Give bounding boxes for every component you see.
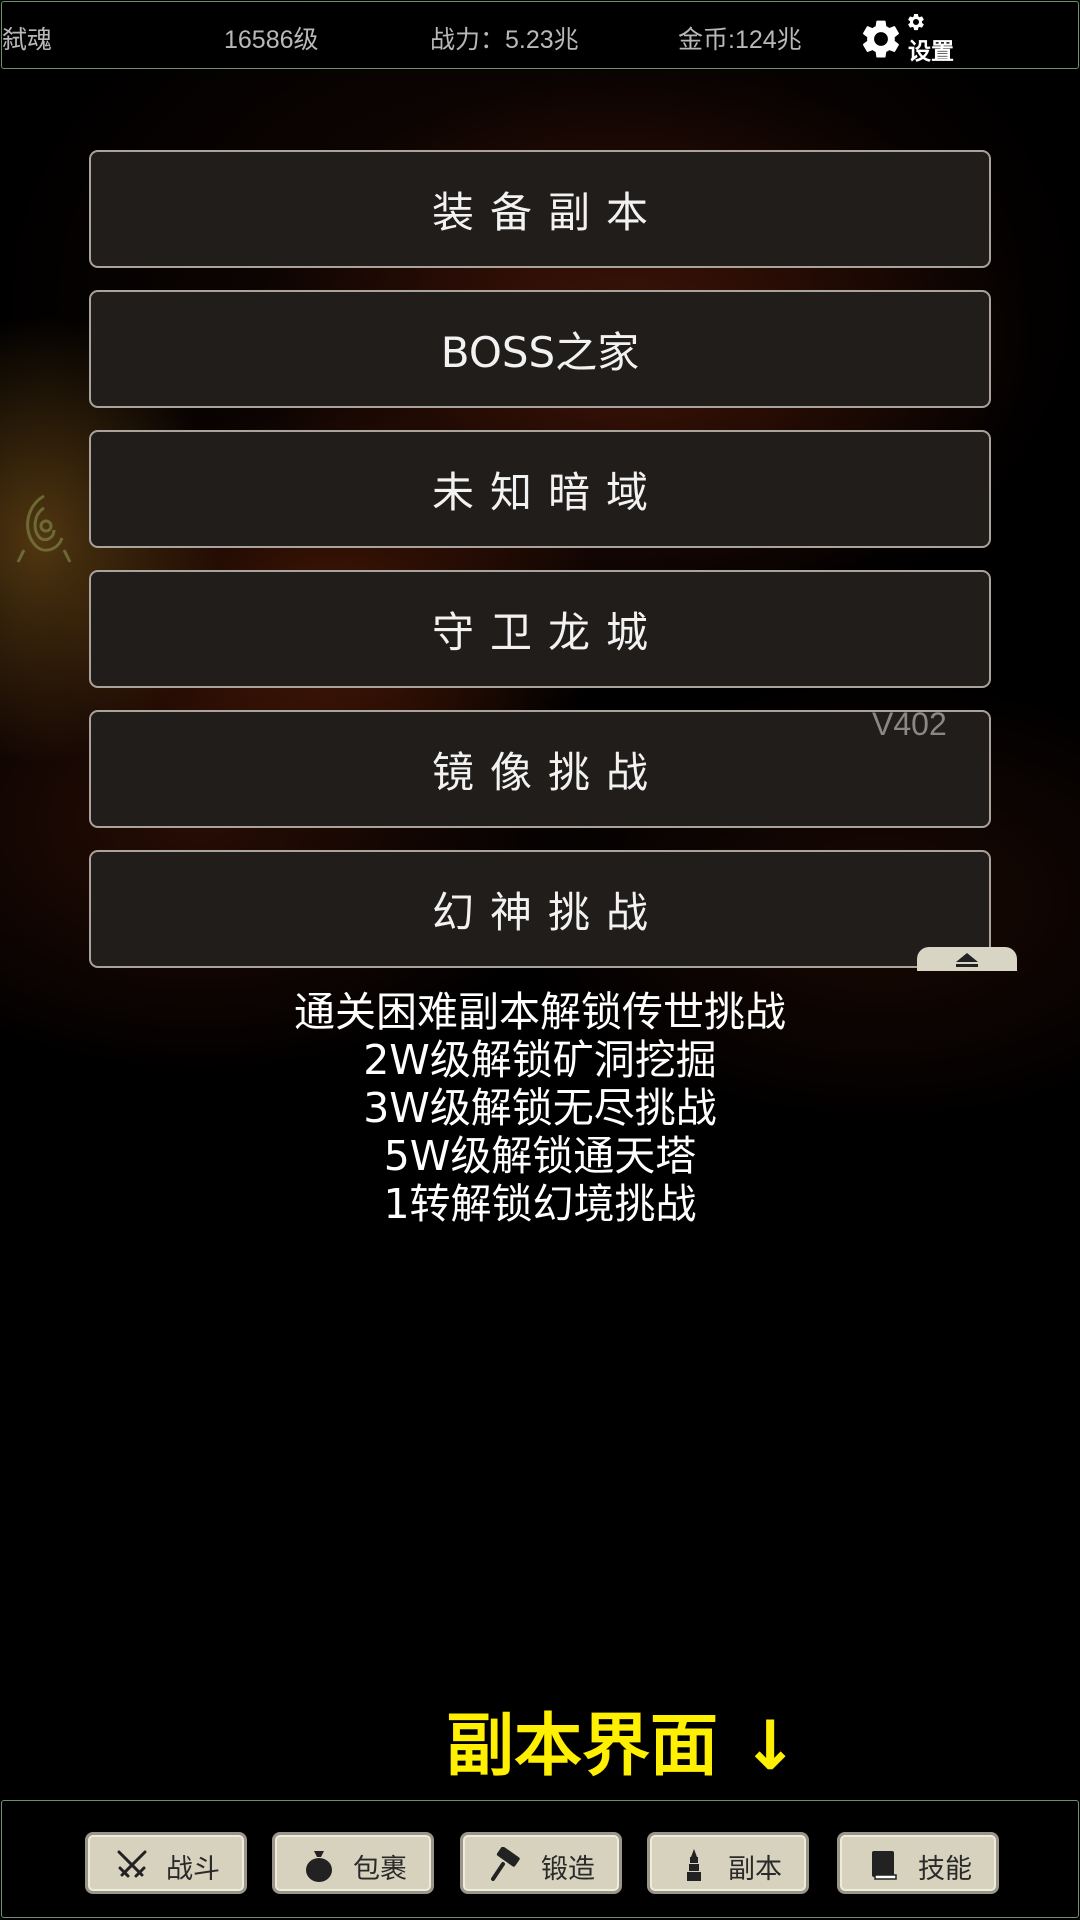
menu-button-equipment-dungeon[interactable]: 装备副本: [89, 150, 991, 268]
nav-button-forge[interactable]: 锻造: [460, 1832, 622, 1894]
nav-button-bag[interactable]: 包裹: [272, 1832, 434, 1894]
player-level: 16586级: [224, 26, 319, 54]
nav-button-skills[interactable]: 技能: [837, 1832, 999, 1894]
rune-emblem-icon: [16, 494, 72, 563]
player-name: 弑魂: [2, 26, 53, 54]
gear-icon: [862, 20, 899, 58]
nav-label: 战斗: [166, 1854, 220, 1885]
combat-power: 战力：5.23兆: [430, 26, 579, 54]
unlock-hint: 5W级解锁通天塔: [383, 1132, 697, 1180]
menu-button-phantom-god-challenge[interactable]: 幻神挑战: [89, 850, 991, 968]
menu-button-mirror-challenge[interactable]: 镜像挑战: [89, 710, 991, 828]
bag-icon: [306, 1851, 332, 1882]
menu-button-label: 守卫龙城: [431, 607, 664, 657]
menu-button-guard-dragon-city[interactable]: 守卫龙城: [89, 570, 991, 688]
collapse-toggle[interactable]: [917, 947, 1017, 971]
book-icon: [872, 1851, 897, 1880]
menu-button-label: 镜像挑战: [431, 747, 664, 797]
gear-small-icon: [908, 13, 924, 31]
nav-label: 副本: [728, 1854, 782, 1885]
nav-button-battle[interactable]: 战斗: [85, 1832, 247, 1894]
gold-amount: 金币:124兆: [678, 26, 802, 54]
menu-button-boss-home[interactable]: BOSS之家: [89, 290, 991, 408]
nav-label: 包裹: [353, 1854, 407, 1885]
version-label: V402: [872, 706, 947, 742]
unlock-hint: 3W级解锁无尽挑战: [363, 1084, 717, 1132]
menu-button-label: BOSS之家: [440, 327, 640, 377]
unlock-hint: 2W级解锁矿洞挖掘: [363, 1036, 717, 1084]
menu-button-label: 未知暗域: [431, 467, 664, 517]
menu-button-label: 幻神挑战: [431, 887, 664, 937]
tower-icon: [687, 1849, 701, 1881]
settings-button[interactable]: 设置: [858, 10, 978, 65]
settings-label: 设置: [908, 39, 954, 65]
eject-up-icon: [956, 953, 978, 967]
unlock-hint: 通关困难副本解锁传世挑战: [294, 988, 786, 1036]
screen-caption: 副本界面 ↓: [446, 1707, 799, 1786]
unlock-hint: 1转解锁幻境挑战: [383, 1180, 697, 1228]
hammer-icon: [491, 1847, 520, 1881]
nav-label: 锻造: [541, 1854, 595, 1885]
nav-button-dungeon[interactable]: 副本: [647, 1832, 809, 1894]
menu-button-unknown-dark-realm[interactable]: 未知暗域: [89, 430, 991, 548]
crossed-swords-icon: [117, 1850, 147, 1878]
nav-label: 技能: [918, 1854, 972, 1885]
unlock-hints: 通关困难副本解锁传世挑战 2W级解锁矿洞挖掘 3W级解锁无尽挑战 5W级解锁通天…: [0, 988, 1080, 1228]
status-bar: 弑魂 16586级 战力：5.23兆 金币:124兆 设置: [1, 1, 1079, 69]
game-screen: 弑魂 16586级 战力：5.23兆 金币:124兆 设置 装备副本 BOSS之…: [0, 0, 1080, 1920]
bottom-nav: 战斗 包裹 锻造 副本 技能: [1, 1800, 1079, 1918]
menu-button-label: 装备副本: [431, 187, 664, 237]
